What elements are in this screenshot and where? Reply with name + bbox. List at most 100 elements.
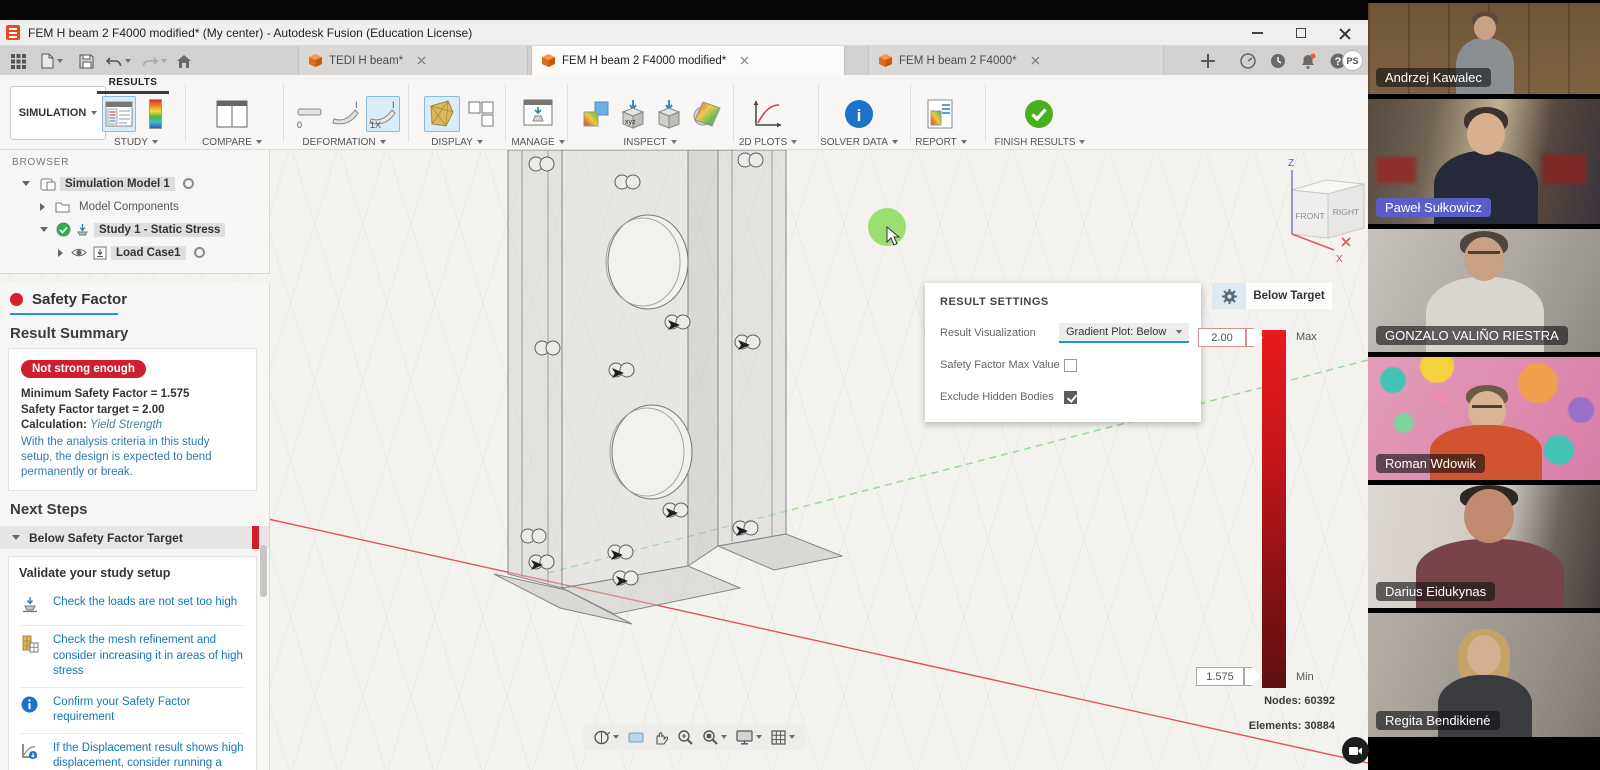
manage-icon[interactable]: [518, 96, 558, 132]
suggestion-link[interactable]: Confirm your Safety Factor requirement: [53, 695, 244, 726]
collapsed-caret-icon[interactable]: [58, 249, 63, 257]
workspace-selector[interactable]: SIMULATION: [10, 86, 106, 140]
chevron-down-icon: [1176, 330, 1182, 334]
safety-factor-max-checkbox[interactable]: [1064, 359, 1077, 372]
close-button[interactable]: [1336, 24, 1354, 42]
tab-close-icon[interactable]: [1031, 56, 1040, 65]
suggestion-item[interactable]: Check the loads are not set too high: [19, 588, 246, 626]
inspect-group-label[interactable]: INSPECT: [605, 136, 695, 148]
video-tile[interactable]: Darius Eidukynas: [1368, 485, 1600, 608]
results-panel: Safety Factor Result Summary Not strong …: [0, 283, 270, 770]
report-icon[interactable]: [922, 96, 958, 132]
visibility-eye-icon[interactable]: [71, 247, 87, 258]
finish-results-icon[interactable]: [1022, 96, 1056, 132]
undo-icon[interactable]: [104, 51, 132, 71]
look-at-icon[interactable]: [628, 731, 644, 744]
document-tab-2-active[interactable]: FEM H beam 2 F4000 modified*: [531, 46, 845, 75]
tab-close-icon[interactable]: [740, 56, 749, 65]
legend-min-value[interactable]: 1.575: [1196, 667, 1244, 686]
expand-caret-icon[interactable]: [40, 227, 48, 232]
video-tile[interactable]: Regita Bendikienė: [1368, 613, 1600, 737]
below-target-group-header[interactable]: Below Safety Factor Target: [0, 526, 269, 549]
result-type-header[interactable]: Safety Factor: [0, 283, 269, 313]
video-tile[interactable]: Paweł Sułkowicz: [1368, 99, 1600, 224]
activate-radio-icon[interactable]: [194, 247, 205, 258]
save-icon[interactable]: [76, 51, 96, 71]
pan-hand-icon[interactable]: [653, 730, 668, 745]
tree-item-study-1[interactable]: Study 1 - Static Stress: [0, 218, 269, 241]
notifications-bell-icon[interactable]: [1298, 51, 1318, 71]
suggestion-link[interactable]: If the Displacement result shows high di…: [53, 741, 244, 770]
activate-radio-icon[interactable]: [183, 178, 194, 189]
home-icon[interactable]: [174, 51, 194, 71]
new-tab-icon[interactable]: [1198, 51, 1218, 71]
suggestion-link[interactable]: Check the mesh refinement and consider i…: [53, 633, 244, 680]
compare-icon[interactable]: [212, 96, 252, 132]
zoom-icon[interactable]: [677, 729, 693, 745]
user-avatar[interactable]: PS: [1342, 50, 1363, 71]
study-group-label[interactable]: STUDY: [98, 136, 174, 148]
tree-item-model-components[interactable]: Model Components: [0, 195, 269, 218]
study-legend-icon[interactable]: [142, 96, 168, 132]
deformation-undeformed-icon[interactable]: 0: [293, 96, 325, 132]
file-menu-icon[interactable]: [38, 51, 66, 71]
study-details-icon[interactable]: [102, 96, 136, 132]
fit-icon[interactable]: [702, 729, 727, 745]
finish-results-group-label[interactable]: FINISH RESULTS: [985, 136, 1095, 148]
minimize-button[interactable]: [1248, 24, 1266, 42]
suggestion-item[interactable]: If the Displacement result shows high di…: [19, 734, 246, 770]
document-tab-3[interactable]: FEM H beam 2 F4000*: [868, 46, 1164, 75]
results-context-tab[interactable]: RESULTS: [100, 77, 166, 88]
inspect-slice-plane-icon[interactable]: [690, 96, 724, 132]
clock-icon[interactable]: [1268, 51, 1288, 71]
report-group-label[interactable]: REPORT: [905, 136, 977, 148]
2d-plots-group-label[interactable]: 2D PLOTS: [722, 136, 814, 148]
display-mesh-icon[interactable]: [424, 96, 460, 132]
deformation-scaled-icon[interactable]: 1XI: [366, 96, 400, 132]
panel-scrollbar[interactable]: [260, 545, 267, 597]
restore-button[interactable]: [1292, 24, 1310, 42]
inspect-probe-icon[interactable]: [653, 96, 685, 132]
expand-caret-icon[interactable]: [22, 181, 30, 186]
minimize-icon: [1252, 32, 1263, 34]
video-call-sidebar: Andrzej Kawalec Paweł Sułkowicz GONZALO …: [1368, 0, 1600, 770]
orbit-icon[interactable]: [593, 730, 619, 745]
webcam-button[interactable]: [1342, 737, 1369, 764]
inspect-point-xyz-icon[interactable]: xyz: [617, 96, 649, 132]
video-tile[interactable]: Roman Wdowik: [1368, 357, 1600, 480]
legend-settings-button[interactable]: [1212, 283, 1246, 309]
exclude-hidden-bodies-checkbox[interactable]: [1064, 391, 1077, 404]
redo-icon[interactable]: [140, 51, 168, 71]
2d-plots-icon[interactable]: [748, 96, 786, 132]
app-grid-menu-icon[interactable]: [8, 51, 28, 71]
view-cube[interactable]: FRONT RIGHT Z X: [1276, 154, 1376, 264]
deformation-group-label[interactable]: DEFORMATION: [288, 136, 400, 148]
grid-layout-icon[interactable]: [771, 730, 795, 745]
display-bodies-icon[interactable]: [465, 96, 497, 132]
deformation-actual-icon[interactable]: I: [330, 96, 362, 132]
solver-data-icon[interactable]: i: [842, 96, 876, 132]
legend-max-value[interactable]: 2.00: [1198, 328, 1246, 347]
video-tile[interactable]: GONZALO VALIÑO RIESTRA: [1368, 229, 1600, 352]
dialog-title: RESULT SETTINGS: [925, 283, 1201, 308]
document-tab-1[interactable]: TEDI H beam*: [298, 46, 528, 75]
inspect-result-compare-icon[interactable]: [580, 96, 612, 132]
display-group-label[interactable]: DISPLAY: [415, 136, 499, 148]
suggestion-link[interactable]: Check the loads are not set too high: [53, 595, 237, 611]
svg-text:I: I: [392, 100, 395, 110]
collapsed-caret-icon[interactable]: [40, 203, 45, 211]
tree-item-simulation-model[interactable]: Simulation Model 1: [0, 172, 269, 195]
tree-item-load-case[interactable]: Load Case1: [0, 241, 269, 264]
exclude-hidden-bodies-label: Exclude Hidden Bodies: [940, 391, 1064, 403]
compare-group-label[interactable]: COMPARE: [190, 136, 274, 148]
chevron-down-icon: [152, 140, 158, 144]
job-status-icon[interactable]: [1238, 51, 1258, 71]
suggestion-item[interactable]: Check the mesh refinement and consider i…: [19, 626, 246, 688]
solver-data-group-label[interactable]: SOLVER DATA: [812, 136, 906, 148]
glasses: [1472, 405, 1502, 410]
video-tile[interactable]: Andrzej Kawalec: [1368, 3, 1600, 94]
result-visualization-dropdown[interactable]: Gradient Plot: Below: [1059, 323, 1189, 343]
display-settings-icon[interactable]: [736, 730, 762, 745]
suggestion-item[interactable]: Confirm your Safety Factor requirement: [19, 688, 246, 734]
tab-close-icon[interactable]: [417, 56, 426, 65]
